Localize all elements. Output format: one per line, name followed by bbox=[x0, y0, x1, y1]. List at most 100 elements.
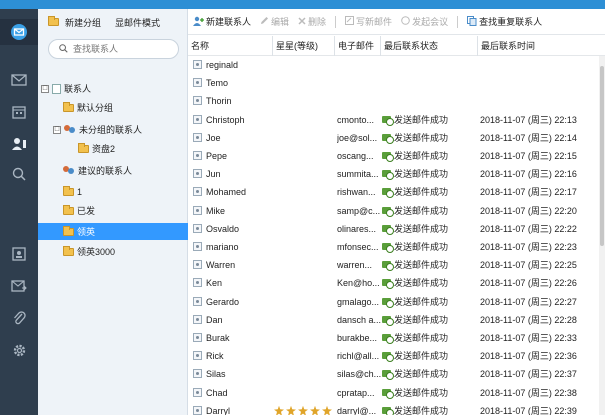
attachment-icon bbox=[12, 310, 26, 326]
table-row[interactable]: Burak burakbe... 发送邮件成功 2018-11-07 (周三) 22:… bbox=[188, 329, 599, 347]
scrollbar-thumb[interactable] bbox=[600, 66, 604, 246]
display-mode-button[interactable]: 显邮件模式 bbox=[115, 16, 160, 29]
column-header-email[interactable]: 电子邮件 bbox=[334, 36, 380, 56]
contacts-nav-button[interactable] bbox=[0, 131, 38, 157]
tree-node[interactable]: 已发 bbox=[38, 202, 188, 219]
contact-card-icon bbox=[193, 132, 202, 142]
mail-sent-icon bbox=[382, 369, 394, 381]
column-header-last-status[interactable]: 最后联系状态 bbox=[380, 36, 477, 56]
last-contact-time: 2018-11-07 (周三) 22:20 bbox=[480, 205, 577, 216]
last-contact-status: 发送邮件成功 bbox=[382, 293, 477, 311]
tree-node[interactable]: 资盘2 bbox=[38, 140, 188, 157]
column-header-stars[interactable]: 星星(等级) bbox=[272, 36, 334, 56]
mail-sent-icon bbox=[382, 388, 394, 399]
send-mail-button[interactable] bbox=[0, 273, 38, 299]
last-contact-status: 发送邮件成功 bbox=[382, 129, 477, 147]
tree-node[interactable]: 领英 bbox=[38, 223, 188, 240]
table-row[interactable]: Temo bbox=[188, 74, 599, 92]
write-mail-button[interactable]: 写新邮件 bbox=[345, 15, 392, 28]
table-row[interactable]: Christoph cmonto... 发送邮件成功 2018-11-07 (周三) … bbox=[188, 111, 599, 129]
table-row[interactable]: Warren warren... 发送邮件成功 2018-11-07 (周三) 22:… bbox=[188, 256, 599, 274]
new-contact-button[interactable]: 新建联系人 bbox=[193, 15, 251, 28]
contact-name: Chad bbox=[206, 387, 228, 398]
edit-button[interactable]: 编辑 bbox=[260, 15, 289, 28]
status-text: 发送邮件成功 bbox=[394, 260, 449, 271]
last-contact-time: 2018-11-07 (周三) 22:39 bbox=[480, 405, 577, 415]
mail-sent-icon bbox=[382, 351, 394, 363]
meeting-icon bbox=[401, 16, 410, 27]
table-row[interactable]: Thorin bbox=[188, 92, 599, 110]
table-row[interactable]: Jun summita... 发送邮件成功 2018-11-07 (周三) 22:16 bbox=[188, 165, 599, 183]
contact-email: burakbe... bbox=[337, 333, 378, 343]
mail-logo-button[interactable] bbox=[0, 19, 38, 45]
tree-node[interactable]: 默认分组 bbox=[38, 99, 188, 116]
settings-button[interactable] bbox=[0, 337, 38, 363]
contact-email: cpratap... bbox=[337, 387, 375, 398]
contact-search-box[interactable] bbox=[48, 39, 179, 59]
table-row[interactable]: Dan dansch a... 发送邮件成功 2018-11-07 (周三) 22:2… bbox=[188, 311, 599, 329]
table-row[interactable]: Silas silas@ch... 发送邮件成功 2018-11-07 (周三) 22… bbox=[188, 365, 599, 383]
table-row[interactable]: Pepe oscang... 发送邮件成功 2018-11-07 (周三) 22:15 bbox=[188, 147, 599, 165]
star-rating bbox=[274, 402, 334, 415]
last-contact-status: 发送邮件成功 bbox=[382, 311, 477, 329]
table-row[interactable]: Ken Ken@ho... 发送邮件成功 2018-11-07 (周三) 22:26 bbox=[188, 274, 599, 292]
mail-nav-button[interactable] bbox=[0, 67, 38, 93]
status-text: 发送邮件成功 bbox=[394, 314, 449, 325]
tree-node-label: 1 bbox=[77, 186, 83, 197]
contact-card-icon bbox=[193, 78, 202, 88]
calendar-nav-button[interactable] bbox=[0, 99, 38, 125]
table-row[interactable]: Gerardo gmalago... 发送邮件成功 2018-11-07 (周三) 2… bbox=[188, 293, 599, 311]
table-row[interactable]: Darryl darryl@... 发送邮件成功 2018-11-07 (周三) 22… bbox=[188, 402, 599, 415]
new-group-button[interactable]: 新建分组 bbox=[48, 16, 101, 29]
tree-node-label: 领英 bbox=[77, 227, 96, 237]
mail-sent-icon bbox=[382, 187, 394, 199]
delete-button[interactable]: 删除 bbox=[298, 15, 326, 28]
contact-card-icon bbox=[193, 151, 202, 160]
last-contact-time bbox=[480, 74, 598, 92]
mail-sent-icon bbox=[382, 333, 394, 344]
tree-node[interactable]: □ 联系人 bbox=[38, 80, 188, 97]
contact-name: Burak bbox=[206, 333, 230, 343]
new-contact-label: 新建联系人 bbox=[206, 17, 252, 27]
status-text: 发送邮件成功 bbox=[394, 114, 449, 125]
meeting-button[interactable]: 发起会议 bbox=[401, 15, 448, 28]
table-row[interactable]: mariano mfonsec... 发送邮件成功 2018-11-07 (周三) 2… bbox=[188, 238, 599, 256]
table-header: 名称 星星(等级) 电子邮件 最后联系状态 最后联系时间 bbox=[188, 36, 605, 56]
table-row[interactable]: Rick richl@all... 发送邮件成功 2018-11-07 (周三) 22… bbox=[188, 347, 599, 365]
tree-node[interactable]: □ 未分组的联系人 bbox=[38, 121, 188, 138]
status-text: 发送邮件成功 bbox=[394, 169, 449, 180]
folder-icon bbox=[48, 16, 59, 26]
last-contact-status: 发送邮件成功 bbox=[382, 111, 477, 129]
contact-card-button[interactable] bbox=[0, 241, 38, 267]
table-row[interactable]: Joe joe@sol... 发送邮件成功 2018-11-07 (周三) 22:14 bbox=[188, 129, 599, 147]
last-contact-time: 2018-11-07 (周三) 22:27 bbox=[480, 296, 577, 307]
table-row[interactable]: Mike samp@c... 发送邮件成功 2018-11-07 (周三) 22:20 bbox=[188, 202, 599, 220]
tree-node[interactable]: 1 bbox=[38, 183, 188, 200]
delete-label: 删除 bbox=[308, 17, 327, 27]
search-nav-button[interactable] bbox=[0, 161, 38, 187]
table-row[interactable]: Chad cpratap... 发送邮件成功 2018-11-07 (周三) 22:3… bbox=[188, 384, 599, 402]
expand-toggle-icon[interactable]: □ bbox=[41, 84, 49, 93]
mail-sent-icon bbox=[382, 224, 394, 235]
tree-node[interactable]: 建议的联系人 bbox=[38, 162, 188, 179]
add-contact-icon bbox=[193, 16, 204, 28]
contact-email: richl@all... bbox=[337, 351, 380, 362]
tree-node-label: 已发 bbox=[77, 206, 96, 216]
vertical-scrollbar[interactable] bbox=[599, 56, 605, 415]
tree-node-label: 资盘2 bbox=[92, 144, 116, 154]
attachment-button[interactable] bbox=[0, 305, 38, 331]
find-duplicates-button[interactable]: 查找重复联系人 bbox=[467, 15, 542, 28]
table-row[interactable]: reginald bbox=[188, 56, 599, 74]
mail-sent-icon bbox=[382, 169, 394, 181]
tree-node[interactable]: 领英3000 bbox=[38, 243, 188, 260]
contact-card-icon bbox=[193, 333, 202, 342]
contact-search-input[interactable] bbox=[73, 44, 173, 54]
table-row[interactable]: Osvaldo olinares... 发送邮件成功 2018-11-07 (周三) … bbox=[188, 220, 599, 238]
expand-toggle-icon[interactable]: □ bbox=[53, 125, 61, 134]
contact-table-body: reginald Temo Thorin Christoph cmonto... 发送邮件… bbox=[188, 56, 599, 415]
last-contact-time: 2018-11-07 (周三) 22:13 bbox=[480, 114, 577, 125]
contact-email: darryl@... bbox=[337, 405, 377, 415]
table-row[interactable]: Mohamed rishwan... 发送邮件成功 2018-11-07 (周三) 2… bbox=[188, 183, 599, 201]
column-header-last-time[interactable]: 最后联系时间 bbox=[477, 36, 605, 56]
column-header-name[interactable]: 名称 bbox=[188, 36, 272, 56]
